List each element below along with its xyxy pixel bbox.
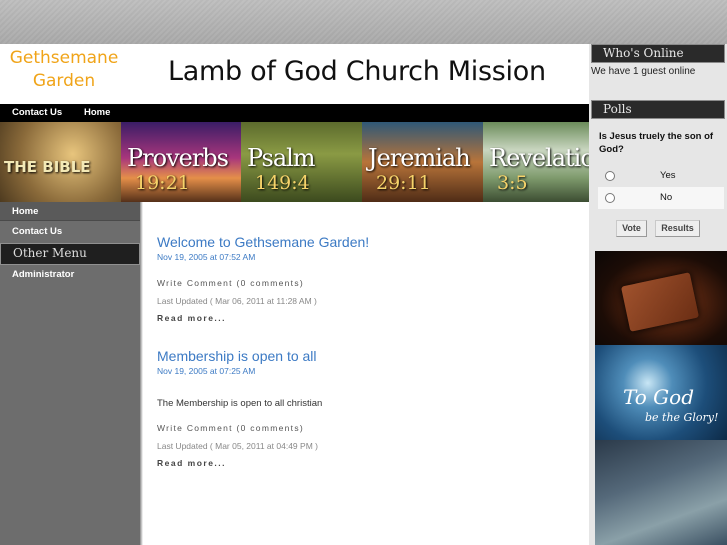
banner-panel-verse: 29:11 bbox=[376, 172, 431, 194]
logo-line-2: Garden bbox=[32, 71, 96, 91]
site-logo[interactable]: Gethsemane Garden bbox=[8, 47, 120, 93]
banner-panel-proverbs: Proverbs 19:21 bbox=[121, 122, 241, 202]
right-sidebar: Who's Online We have 1 guest online Poll… bbox=[589, 44, 727, 545]
top-navigation: Contact Us Home bbox=[0, 104, 589, 122]
sidebar-item-administrator[interactable]: Administrator bbox=[0, 265, 140, 284]
results-button[interactable]: Results bbox=[655, 220, 700, 237]
other-menu-heading: Other Menu bbox=[0, 243, 140, 265]
banner-panel-title: Proverbs bbox=[127, 144, 229, 172]
bible-book-image bbox=[595, 251, 727, 345]
polls-heading: Polls bbox=[591, 100, 725, 119]
read-more-link[interactable]: Read more... bbox=[157, 458, 322, 468]
article-title[interactable]: Welcome to Gethsemane Garden! bbox=[157, 234, 577, 251]
banner-panel-jeremiah: Jeremiah 29:11 bbox=[362, 122, 483, 202]
main-column: Gethsemane Garden Lamb of God Church Mis… bbox=[0, 44, 589, 545]
image-subcaption: be the Glory! bbox=[645, 411, 719, 424]
banner-panel-revelation: Revelation 3:5 bbox=[483, 122, 589, 202]
vote-button[interactable]: Vote bbox=[616, 220, 647, 237]
banner-panel-title: Psalm bbox=[247, 144, 316, 172]
sidebar-item-contact-us[interactable]: Contact Us bbox=[0, 222, 140, 241]
scripture-banner: THE BIBLE Proverbs 19:21 Psalm 149:4 Jer… bbox=[0, 122, 589, 202]
to-god-be-the-glory-image: To God be the Glory! bbox=[595, 345, 727, 440]
book-shape bbox=[620, 272, 700, 332]
image-caption: To God bbox=[623, 385, 695, 409]
sidebar-divider bbox=[140, 202, 143, 545]
banner-panel-verse: 149:4 bbox=[255, 172, 310, 194]
banner-panel-psalm: Psalm 149:4 bbox=[241, 122, 362, 202]
article-date: Nov 19, 2005 at 07:25 AM bbox=[157, 366, 256, 376]
poll-option-label: Yes bbox=[660, 170, 676, 181]
sidebar-item-home[interactable]: Home bbox=[0, 202, 140, 221]
article-title[interactable]: Membership is open to all bbox=[157, 348, 322, 365]
poll-radio-yes[interactable] bbox=[605, 171, 615, 181]
poll-radio-no[interactable] bbox=[605, 193, 615, 203]
article: Membership is open to all Nov 19, 2005 a… bbox=[157, 348, 322, 468]
poll-question: Is Jesus truely the son of God? bbox=[599, 131, 714, 155]
poll-option-label: No bbox=[660, 192, 673, 203]
logo-line-1: Gethsemane bbox=[9, 48, 119, 68]
article-last-updated: Last Updated ( Mar 06, 2011 at 11:28 AM … bbox=[157, 296, 317, 306]
article-date: Nov 19, 2005 at 07:52 AM bbox=[157, 252, 256, 262]
poll-option-yes[interactable]: Yes bbox=[598, 165, 724, 187]
content-area: Welcome to Gethsemane Garden! Nov 19, 20… bbox=[157, 234, 577, 468]
poll-option-no[interactable]: No bbox=[598, 187, 724, 209]
jesus-painting-image bbox=[595, 440, 727, 545]
write-comment-link[interactable]: Write Comment (0 comments) bbox=[157, 278, 577, 288]
read-more-link[interactable]: Read more... bbox=[157, 313, 577, 323]
topnav-home[interactable]: Home bbox=[84, 107, 110, 118]
whos-online-text: We have 1 guest online bbox=[591, 66, 696, 77]
left-sidebar-menu: Home Contact Us Other Menu Administrator bbox=[0, 202, 140, 545]
article-last-updated: Last Updated ( Mar 05, 2011 at 04:49 PM … bbox=[157, 441, 318, 451]
banner-panel-verse: 19:21 bbox=[135, 172, 190, 194]
write-comment-link[interactable]: Write Comment (0 comments) bbox=[157, 423, 322, 433]
banner-panel-title: Revelation bbox=[489, 144, 589, 172]
site-header: Gethsemane Garden Lamb of God Church Mis… bbox=[0, 44, 589, 104]
whos-online-heading: Who's Online bbox=[591, 44, 725, 63]
article-text: The Membership is open to all christian bbox=[157, 398, 323, 409]
top-gradient-band bbox=[0, 0, 727, 44]
banner-panel-verse: 3:5 bbox=[497, 172, 528, 194]
site-title: Lamb of God Church Mission bbox=[168, 56, 546, 87]
article: Welcome to Gethsemane Garden! Nov 19, 20… bbox=[157, 234, 577, 323]
topnav-contact-us[interactable]: Contact Us bbox=[12, 107, 62, 118]
banner-panel-bible: THE BIBLE bbox=[0, 122, 121, 202]
banner-panel-title: THE BIBLE bbox=[4, 158, 91, 176]
banner-panel-title: Jeremiah bbox=[368, 144, 471, 172]
